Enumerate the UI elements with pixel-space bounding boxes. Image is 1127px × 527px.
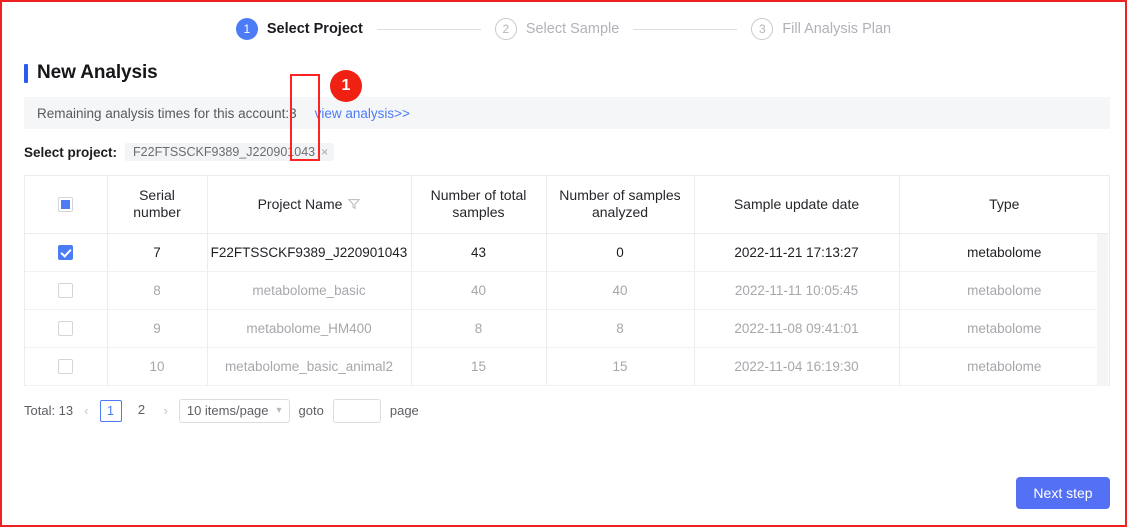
goto-page-input[interactable] <box>332 398 381 423</box>
row-checkbox[interactable] <box>58 320 74 336</box>
column-type: Type <box>899 176 1109 234</box>
column-samples-analyzed: Number of samples analyzed <box>546 176 695 234</box>
stepper-connector-2 <box>633 28 738 30</box>
cell-total-samples: 43 <box>411 233 547 272</box>
step-fill-analysis-plan[interactable]: 3 Fill Analysis Plan <box>751 18 891 40</box>
column-project-name-label: Project Name <box>257 195 343 212</box>
column-total-samples: Number of total samples <box>411 176 547 234</box>
cell-serial: 7 <box>107 233 208 272</box>
column-serial-number: Serial number <box>107 176 208 234</box>
cell-project-name: metabolome_basic <box>207 271 412 310</box>
page-size-value: 10 items/page <box>186 403 269 418</box>
goto-label: goto <box>298 403 324 418</box>
page-root: 1 Select Project 2 Select Sample 3 Fill … <box>0 0 1127 527</box>
select-project-row: Select project: F22FTSSCKF9389_J22090104… <box>24 143 1125 161</box>
cell-samples-analyzed: 15 <box>546 347 695 386</box>
cell-update-date: 2022-11-11 10:05:45 <box>694 271 900 310</box>
pagination: Total: 13 ‹ 1 2 › 10 items/page ▾ goto p… <box>24 398 1125 423</box>
cell-project-name: metabolome_basic_animal2 <box>207 347 412 386</box>
row-checkbox[interactable] <box>58 244 74 260</box>
cell-serial: 10 <box>107 347 208 386</box>
cell-type: metabolome <box>899 271 1109 310</box>
table-row[interactable]: 9 metabolome_HM400 8 8 2022-11-08 09:41:… <box>25 309 1109 348</box>
cell-samples-analyzed: 40 <box>546 271 695 310</box>
cell-project-name: F22FTSSCKF9389_J220901043 <box>207 233 412 272</box>
step-3-badge: 3 <box>751 18 774 40</box>
cell-type: metabolome <box>899 347 1109 386</box>
column-sample-update-date: Sample update date <box>694 176 900 234</box>
table-row[interactable]: 7 F22FTSSCKF9389_J220901043 43 0 2022-11… <box>25 233 1109 272</box>
remaining-analysis-text: Remaining analysis times for this accoun… <box>37 105 297 121</box>
cell-serial: 8 <box>107 271 208 310</box>
table-vertical-scrollbar[interactable] <box>1097 234 1108 386</box>
row-checkbox-cell <box>25 347 108 386</box>
stepper-connector-1 <box>376 28 481 30</box>
prev-page-icon[interactable]: ‹ <box>82 403 90 418</box>
cell-samples-analyzed: 0 <box>546 233 695 272</box>
cell-update-date: 2022-11-08 09:41:01 <box>694 309 900 348</box>
view-analysis-link[interactable]: view analysis>> <box>315 106 410 121</box>
projects-table: Serial number Project Name Number of tot… <box>24 175 1110 386</box>
table-row[interactable]: 10 metabolome_basic_animal2 15 15 2022-1… <box>25 347 1109 386</box>
step-2-label: Select Sample <box>525 21 620 37</box>
title-accent-bar <box>24 63 28 83</box>
page-title: New Analysis <box>24 62 1125 84</box>
table-header-row: Serial number Project Name Number of tot… <box>25 176 1109 234</box>
remaining-analysis-banner: Remaining analysis times for this accoun… <box>24 97 1110 129</box>
chevron-down-icon: ▾ <box>276 405 282 416</box>
page-unit-label: page <box>389 403 419 418</box>
cell-project-name: metabolome_HM400 <box>207 309 412 348</box>
page-size-select[interactable]: 10 items/page ▾ <box>178 398 290 423</box>
wizard-stepper: 1 Select Project 2 Select Sample 3 Fill … <box>2 2 1125 40</box>
select-all-checkbox[interactable] <box>58 197 74 213</box>
cell-update-date: 2022-11-04 16:19:30 <box>694 347 900 386</box>
cell-serial: 9 <box>107 309 208 348</box>
cell-update-date: 2022-11-21 17:13:27 <box>694 233 900 272</box>
cell-total-samples: 8 <box>411 309 547 348</box>
cell-total-samples: 40 <box>411 271 547 310</box>
step-2-badge: 2 <box>494 18 517 40</box>
projects-table-element: Serial number Project Name Number of tot… <box>25 176 1109 386</box>
next-page-icon[interactable]: › <box>162 403 170 418</box>
row-checkbox-cell <box>25 309 108 348</box>
annotation-marker-1: 1 <box>330 70 362 102</box>
filter-icon[interactable] <box>348 198 361 210</box>
page-title-text: New Analysis <box>37 62 158 83</box>
step-3-label: Fill Analysis Plan <box>782 21 892 37</box>
step-1-label: Select Project <box>266 21 363 37</box>
column-project-name: Project Name <box>207 176 412 234</box>
step-1-badge: 1 <box>235 18 258 40</box>
cell-total-samples: 15 <box>411 347 547 386</box>
row-checkbox[interactable] <box>58 282 74 298</box>
row-checkbox[interactable] <box>58 358 74 374</box>
next-step-button[interactable]: Next step <box>1016 477 1110 509</box>
step-select-project[interactable]: 1 Select Project <box>235 18 363 40</box>
row-checkbox-cell <box>25 271 108 310</box>
cell-type: metabolome <box>899 233 1109 272</box>
step-select-sample[interactable]: 2 Select Sample <box>494 18 620 40</box>
selected-project-tag-text: F22FTSSCKF9389_J220901043 <box>133 145 316 159</box>
cell-type: metabolome <box>899 309 1109 348</box>
table-body: 7 F22FTSSCKF9389_J220901043 43 0 2022-11… <box>25 233 1109 386</box>
table-row[interactable]: 8 metabolome_basic 40 40 2022-11-11 10:0… <box>25 271 1109 310</box>
row-checkbox-cell <box>25 233 108 272</box>
page-number-2[interactable]: 2 <box>131 400 153 422</box>
select-project-label: Select project: <box>24 144 118 160</box>
selected-project-tag[interactable]: F22FTSSCKF9389_J220901043 × <box>125 143 335 161</box>
pagination-total: Total: 13 <box>24 403 74 418</box>
cell-samples-analyzed: 8 <box>546 309 695 348</box>
select-all-header <box>25 176 108 234</box>
page-number-1[interactable]: 1 <box>99 399 122 422</box>
close-icon[interactable]: × <box>321 145 328 159</box>
